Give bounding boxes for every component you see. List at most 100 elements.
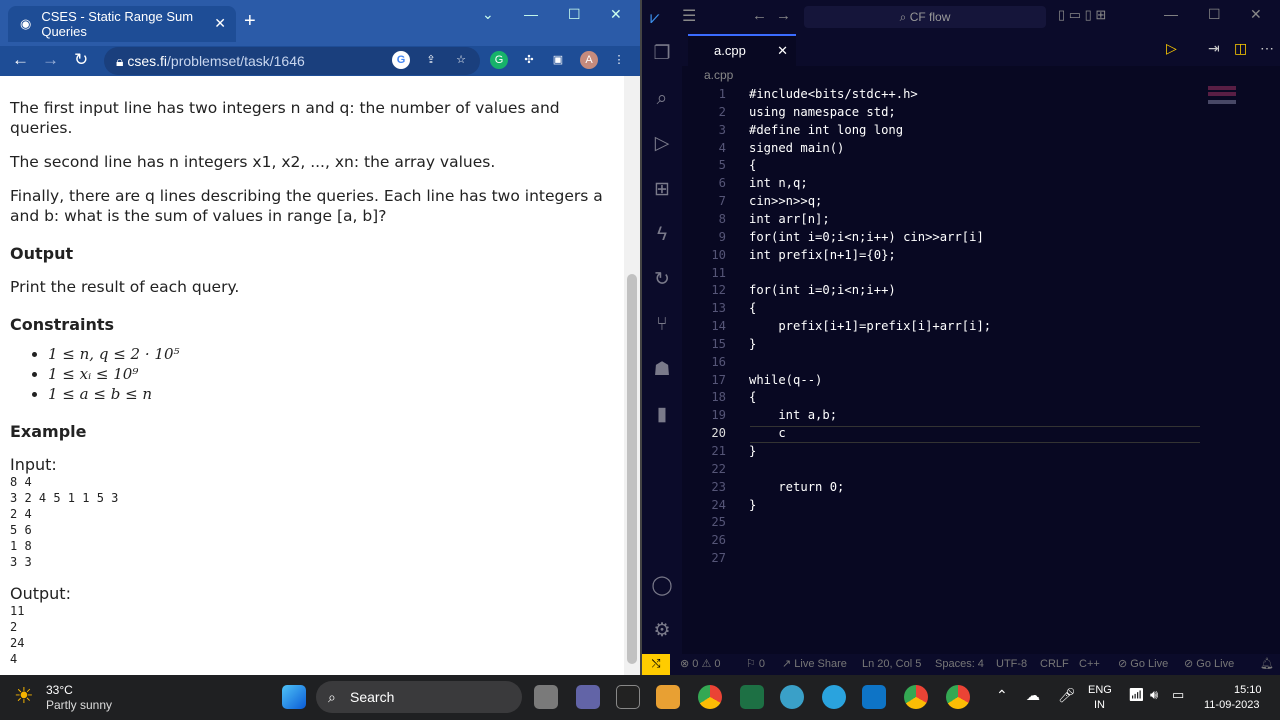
nav-back-icon[interactable]: ←	[752, 7, 767, 24]
code-line[interactable]: prefix[i+1]=prefix[i]+arr[i];	[749, 318, 991, 336]
code-line[interactable]: }	[749, 336, 756, 354]
source-control-icon[interactable]: ⑂	[650, 313, 674, 337]
code-line[interactable]: }	[749, 497, 756, 515]
weather-temp[interactable]: 33°C	[46, 683, 73, 697]
maximize-icon[interactable]: ☐	[568, 6, 581, 23]
stats-icon[interactable]: ▮	[650, 403, 674, 427]
code-line[interactable]: for(int i=0;i<n;i++)	[749, 282, 896, 300]
code-line[interactable]: {	[749, 389, 756, 407]
telegram-icon[interactable]	[822, 685, 846, 709]
close-window-icon[interactable]: ✕	[610, 6, 622, 23]
extensions-icon[interactable]: ✣	[520, 51, 538, 69]
run-icon[interactable]: ▷	[1166, 40, 1177, 57]
code-line[interactable]: {	[749, 157, 756, 175]
settings-gear-icon[interactable]: ⚙	[650, 619, 674, 643]
reload-icon[interactable]: ↻	[74, 50, 88, 70]
tray-cloud-icon[interactable]: ☁	[1026, 687, 1040, 704]
grammarly-icon[interactable]: G	[490, 51, 508, 69]
volume-icon[interactable]: 🔊︎	[1150, 687, 1158, 703]
code-line[interactable]: signed main()	[749, 140, 844, 158]
code-line[interactable]: while(q--)	[749, 372, 822, 390]
excel-icon[interactable]	[740, 685, 764, 709]
code-line[interactable]: int prefix[n+1]={0};	[749, 247, 896, 265]
terminal-icon[interactable]	[616, 685, 640, 709]
back-icon[interactable]: ←	[12, 50, 29, 70]
language-indicator[interactable]: ENG	[1088, 684, 1112, 696]
wifi-icon[interactable]: 📶︎	[1128, 687, 1145, 703]
code-line[interactable]: int n,q;	[749, 175, 808, 193]
clock-time[interactable]: 15:10	[1234, 684, 1262, 696]
code-line[interactable]: int a,b;	[749, 407, 837, 425]
go-live-2[interactable]: ⊘ Go Live	[1184, 654, 1234, 675]
command-center[interactable]: ⌕ CF flow	[804, 6, 1046, 28]
chrome-icon[interactable]	[698, 685, 722, 709]
taskbar-search[interactable]: ⌕ Search	[316, 681, 522, 713]
open-changes-icon[interactable]: ⇥	[1208, 40, 1220, 57]
close-tab-icon[interactable]: ✕	[777, 36, 788, 66]
browser-tab[interactable]: ◉ CSES - Static Range Sum Queries ✕	[8, 6, 236, 42]
menu-icon[interactable]: ⋮	[610, 51, 628, 69]
minimize-icon[interactable]: —	[524, 6, 538, 22]
teams-icon[interactable]	[576, 685, 600, 709]
eol[interactable]: CRLF	[1040, 654, 1069, 675]
page-scrollbar[interactable]	[624, 76, 640, 675]
close-tab-icon[interactable]: ✕	[214, 15, 226, 32]
layout-icons[interactable]: ▯ ▭ ▯ ⊞	[1058, 7, 1106, 23]
live-share-status[interactable]: ↗ Live Share	[782, 654, 847, 675]
more-actions-icon[interactable]: ⋯	[1260, 40, 1274, 57]
split-editor-icon[interactable]: ◫	[1234, 40, 1247, 57]
side-panel-icon[interactable]: ▣	[549, 51, 567, 69]
minimap[interactable]	[1208, 86, 1236, 136]
weather-icon[interactable]: ☀	[14, 683, 34, 709]
lightning-icon[interactable]: ϟ	[650, 223, 674, 247]
tray-chevron-icon[interactable]: ⌃	[996, 687, 1008, 704]
close-window-icon[interactable]: ✕	[1250, 6, 1262, 23]
remote-status-icon[interactable]: ⤭	[642, 654, 670, 675]
editor-tab-a-cpp[interactable]: a.cpp ✕	[688, 34, 796, 66]
bookmark-star-icon[interactable]: ☆	[452, 51, 470, 69]
paint-icon[interactable]	[780, 685, 804, 709]
explorer-icon[interactable]: ❐	[650, 42, 674, 66]
start-icon[interactable]	[282, 685, 306, 709]
code-line[interactable]: c	[749, 425, 785, 443]
nav-forward-icon[interactable]: →	[776, 7, 791, 24]
account-icon[interactable]: ◯	[650, 574, 674, 598]
battery-icon[interactable]: ▭	[1172, 687, 1184, 703]
cursor-position[interactable]: Ln 20, Col 5	[862, 654, 921, 675]
new-tab-icon[interactable]: +	[244, 10, 256, 33]
chrome-profile2-icon[interactable]	[946, 685, 970, 709]
extensions-icon[interactable]: ⊞	[650, 178, 674, 202]
ports-status[interactable]: ⚐ 0	[746, 654, 765, 675]
microphone-icon[interactable]: 🎤︎	[1058, 687, 1076, 704]
remote-icon[interactable]: ↻	[650, 268, 674, 292]
menu-icon[interactable]: ☰	[682, 6, 696, 26]
indentation[interactable]: Spaces: 4	[935, 654, 984, 675]
share-icon[interactable]: ⇪	[422, 51, 440, 69]
chrome-profile-icon[interactable]	[904, 685, 928, 709]
code-line[interactable]: }	[749, 443, 756, 461]
code-line[interactable]: #define int long long	[749, 122, 903, 140]
notifications-icon[interactable]: 🔔︎	[1260, 654, 1274, 675]
code-line[interactable]: return 0;	[749, 479, 844, 497]
go-live-1[interactable]: ⊘ Go Live	[1118, 654, 1168, 675]
code-line[interactable]: #include<bits/stdc++.h>	[749, 86, 918, 104]
android-icon[interactable]: ☗	[650, 358, 674, 382]
run-debug-icon[interactable]: ▷	[650, 132, 674, 156]
encoding[interactable]: UTF-8	[996, 654, 1027, 675]
code-line[interactable]: cin>>n>>q;	[749, 193, 822, 211]
sublime-icon[interactable]	[656, 685, 680, 709]
google-icon[interactable]: G	[392, 51, 410, 69]
vscode-taskbar-icon[interactable]	[862, 685, 886, 709]
search-icon[interactable]: ⌕	[650, 87, 674, 111]
forward-icon[interactable]: →	[42, 50, 59, 70]
maximize-icon[interactable]: ☐	[1208, 6, 1221, 23]
code-line[interactable]: for(int i=0;i<n;i++) cin>>arr[i]	[749, 229, 984, 247]
task-view-icon[interactable]	[534, 685, 558, 709]
code-line[interactable]: int arr[n];	[749, 211, 830, 229]
breadcrumb[interactable]: a.cpp	[704, 68, 733, 82]
scrollbar-thumb[interactable]	[627, 274, 637, 664]
code-line[interactable]: using namespace std;	[749, 104, 896, 122]
problems-status[interactable]: ⊗ 0 ⚠ 0	[680, 654, 721, 675]
code-line[interactable]: {	[749, 300, 756, 318]
profile-avatar[interactable]: A	[580, 51, 598, 69]
